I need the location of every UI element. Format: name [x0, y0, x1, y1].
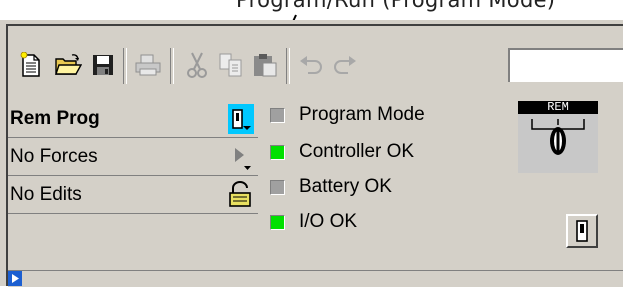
- forces-row[interactable]: No Forces: [8, 138, 258, 176]
- redo-button[interactable]: [330, 50, 360, 80]
- cut-button[interactable]: [182, 50, 212, 80]
- print-icon: [135, 54, 161, 76]
- open-folder-button[interactable]: [53, 50, 83, 80]
- toolbar-separator: [286, 48, 290, 84]
- mode-row[interactable]: Rem Prog: [8, 100, 258, 138]
- keyswitch-icon: [518, 114, 598, 173]
- mode-dropdown-button[interactable]: [228, 104, 254, 134]
- open-folder-icon: [55, 54, 82, 75]
- mode-dropdown-icon: [232, 109, 251, 130]
- redo-icon: [334, 56, 356, 74]
- copy-icon: [219, 53, 242, 77]
- edits-label: No Edits: [10, 184, 82, 205]
- save-floppy-icon: [93, 55, 113, 75]
- padlock-icon: [229, 181, 251, 207]
- indicator-label: Battery OK: [299, 176, 392, 197]
- controller-ok-led: [270, 144, 285, 160]
- indicator-label: Program Mode: [299, 104, 425, 125]
- mode-switch-icon: [576, 220, 588, 242]
- toolbar-separator: [170, 48, 174, 84]
- new-document-icon: [20, 52, 40, 77]
- bottom-bar: [8, 270, 623, 287]
- undo-button[interactable]: [296, 50, 326, 80]
- indicator-battery-ok: Battery OK: [270, 173, 392, 201]
- undo-icon: [300, 56, 322, 74]
- indicator-label: I/O OK: [299, 211, 358, 232]
- keyswitch-display: REM: [518, 101, 598, 173]
- controller-status-panel: Rem Prog No Forces No Edits: [8, 100, 258, 260]
- edits-lock-button[interactable]: [224, 180, 256, 210]
- edits-row[interactable]: No Edits: [8, 176, 258, 214]
- io-ok-led: [270, 214, 285, 230]
- toolbar: [10, 40, 623, 98]
- indicator-label: Controller OK: [299, 141, 415, 162]
- toolbar-separator: [123, 48, 127, 84]
- mode-label: Rem Prog: [10, 108, 100, 129]
- program-mode-led: [270, 107, 285, 123]
- new-document-button[interactable]: [16, 50, 46, 80]
- paste-icon: [254, 54, 277, 77]
- annotation-label: Program/Run (Program Mode): [236, 0, 556, 12]
- mode-switch-button[interactable]: [566, 214, 598, 248]
- indicator-io-ok: I/O OK: [270, 208, 357, 236]
- forces-arrow-icon: [235, 148, 251, 170]
- forces-label: No Forces: [10, 146, 98, 167]
- indicator-program-mode: Program Mode: [270, 101, 425, 129]
- toolbar-input[interactable]: [508, 48, 623, 82]
- copy-button[interactable]: [216, 50, 246, 80]
- print-button[interactable]: [133, 50, 163, 80]
- battery-ok-led: [270, 179, 285, 195]
- expand-arrow-icon[interactable]: [8, 271, 22, 286]
- paste-button[interactable]: [250, 50, 280, 80]
- indicator-controller-ok: Controller OK: [270, 138, 414, 166]
- forces-dropdown-button[interactable]: [224, 142, 256, 172]
- save-button[interactable]: [88, 50, 118, 80]
- cut-scissors-icon: [187, 52, 207, 78]
